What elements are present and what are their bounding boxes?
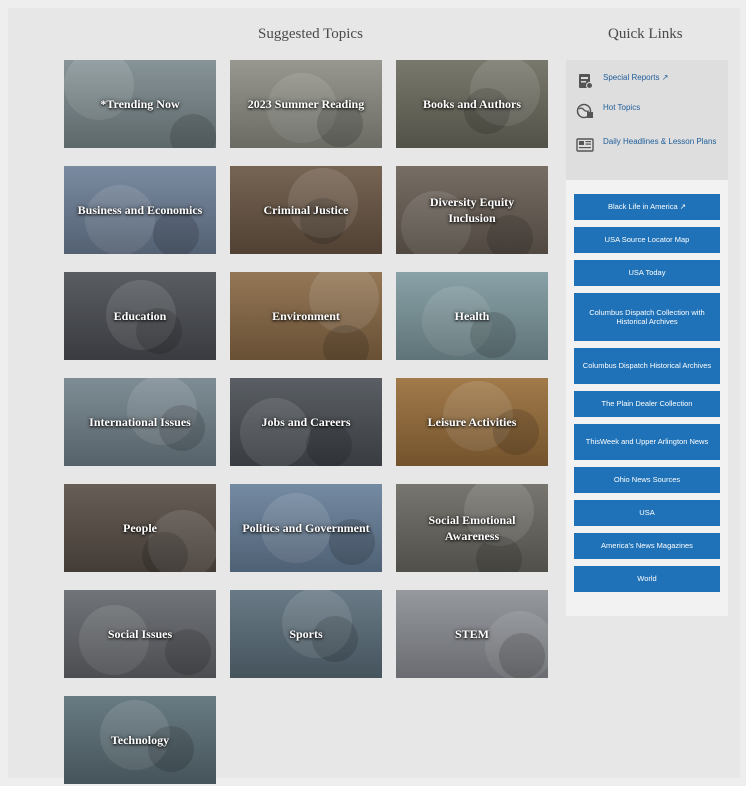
- topic-label: People: [123, 520, 157, 535]
- topic-label: Jobs and Careers: [261, 414, 351, 429]
- topic-label: Environment: [272, 308, 340, 323]
- resource-button-columbus-dispatch-collection-with-historical-archives[interactable]: Columbus Dispatch Collection with Histor…: [574, 293, 720, 341]
- topic-label: Education: [113, 308, 167, 323]
- resource-buttons-panel: Black Life in America ↗ USA Source Locato…: [566, 180, 728, 616]
- topic-label: Books and Authors: [422, 96, 522, 111]
- page: Suggested Topics Quick Links *Trending N…: [8, 8, 740, 784]
- topic-tile-politics-and-government[interactable]: Politics and Government: [230, 484, 382, 572]
- quick-links-heading: Quick Links: [608, 26, 683, 42]
- topic-tile-2023-summer-reading[interactable]: 2023 Summer Reading: [230, 60, 382, 148]
- topic-label: Social Emotional Awareness: [428, 512, 516, 543]
- topic-label: International Issues: [89, 414, 191, 429]
- topic-tile-stem[interactable]: STEM: [396, 590, 548, 678]
- topic-tile-criminal-justice[interactable]: Criminal Justice: [230, 166, 382, 254]
- topic-label: Politics and Government: [242, 520, 370, 535]
- resource-button-ohio-news-sources[interactable]: Ohio News Sources: [574, 467, 720, 493]
- topic-label: *Trending Now: [100, 96, 180, 111]
- newspaper-icon: [576, 137, 594, 153]
- quick-link-label: Daily Headlines & Lesson Plans: [603, 137, 717, 146]
- topic-label: Business and Economics: [77, 202, 203, 217]
- topic-label: STEM: [454, 626, 489, 641]
- quick-link-label: Hot Topics: [603, 103, 641, 112]
- topic-label: Social Issues: [107, 626, 173, 641]
- topic-tile-diversity-equity-inclusion[interactable]: Diversity Equity Inclusion: [396, 166, 548, 254]
- topic-tile-social-emotional-awareness[interactable]: Social Emotional Awareness: [396, 484, 548, 572]
- quick-link-special-reports[interactable]: Special Reports ↗: [576, 72, 726, 89]
- resource-button-black-life-in-america[interactable]: Black Life in America ↗: [574, 194, 720, 220]
- topic-label: Leisure Activities: [427, 414, 517, 429]
- topic-tile-international-issues[interactable]: International Issues: [64, 378, 216, 466]
- quick-link-hot-topics[interactable]: Hot Topics: [576, 102, 726, 119]
- report-icon: [576, 73, 594, 89]
- resource-button-usa-source-locator-map[interactable]: USA Source Locator Map: [574, 227, 720, 253]
- resource-button-world[interactable]: World: [574, 566, 720, 592]
- suggested-topics-heading: Suggested Topics: [258, 26, 363, 42]
- topic-tile-social-issues[interactable]: Social Issues: [64, 590, 216, 678]
- topic-tile-education[interactable]: Education: [64, 272, 216, 360]
- topic-label: 2023 Summer Reading: [247, 96, 365, 111]
- topic-tile-sports[interactable]: Sports: [230, 590, 382, 678]
- resource-button-usa-today[interactable]: USA Today: [574, 260, 720, 286]
- quick-link-label: Special Reports ↗: [603, 73, 669, 82]
- topic-label: Health: [454, 308, 490, 323]
- topics-grid: *Trending Now 2023 Summer Reading Books an…: [64, 60, 548, 784]
- globe-icon: [576, 103, 594, 119]
- resource-button-columbus-dispatch-historical-archives[interactable]: Columbus Dispatch Historical Archives: [574, 348, 720, 384]
- resource-button-the-plain-dealer-collection[interactable]: The Plain Dealer Collection: [574, 391, 720, 417]
- topic-tile-books-and-authors[interactable]: Books and Authors: [396, 60, 548, 148]
- topic-tile-jobs-and-careers[interactable]: Jobs and Careers: [230, 378, 382, 466]
- topic-tile-leisure-activities[interactable]: Leisure Activities: [396, 378, 548, 466]
- quick-links-panel: Special Reports ↗ Hot Topics Daily Headlin…: [566, 60, 728, 616]
- resource-button-thisweek-and-upper-arlington-news[interactable]: ThisWeek and Upper Arlington News: [574, 424, 720, 460]
- quick-link-daily-headlines-lesson-plans[interactable]: Daily Headlines & Lesson Plans: [576, 136, 726, 153]
- topic-label: Technology: [110, 732, 170, 747]
- topic-tile-trending-now[interactable]: *Trending Now: [64, 60, 216, 148]
- topic-label: Sports: [289, 626, 323, 641]
- topic-tile-health[interactable]: Health: [396, 272, 548, 360]
- topic-tile-business-and-economics[interactable]: Business and Economics: [64, 166, 216, 254]
- topic-tile-technology[interactable]: Technology: [64, 696, 216, 784]
- resource-button-usa[interactable]: USA: [574, 500, 720, 526]
- topic-label: Criminal Justice: [263, 202, 349, 217]
- topic-tile-people[interactable]: People: [64, 484, 216, 572]
- topic-label: Diversity Equity Inclusion: [429, 194, 515, 225]
- topic-tile-environment[interactable]: Environment: [230, 272, 382, 360]
- resource-button-america-s-news-magazines[interactable]: America's News Magazines: [574, 533, 720, 559]
